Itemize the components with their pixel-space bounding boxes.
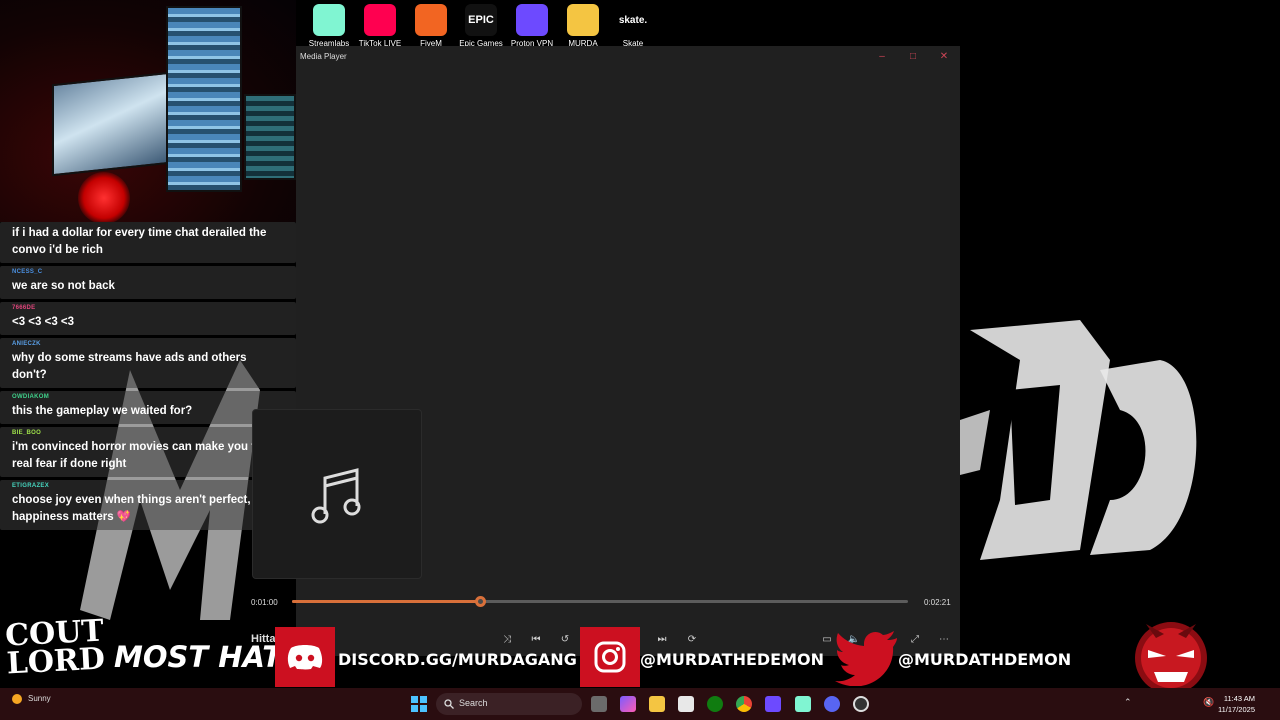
total-time: 0:02:21 bbox=[924, 598, 951, 607]
instagram-icon bbox=[580, 627, 640, 687]
chat-text: choose joy even when things aren't perfe… bbox=[12, 494, 266, 523]
chat-username: ETIGRAZEX bbox=[12, 483, 50, 489]
discord-icon bbox=[275, 627, 335, 687]
instagram-handle: @MURDATHEDEMON bbox=[640, 650, 825, 669]
chat-text: why do some streams have ads and others … bbox=[12, 352, 247, 381]
file-explorer-icon[interactable] bbox=[649, 696, 665, 712]
discord-link: DISCORD.GG/MURDAGANG bbox=[338, 650, 577, 669]
maximize-button[interactable]: □ bbox=[905, 50, 921, 64]
album-art bbox=[252, 409, 422, 579]
proton-vpn-taskbar-icon[interactable] bbox=[765, 696, 781, 712]
chat-username: NCESS_C bbox=[12, 269, 43, 275]
seek-bar[interactable] bbox=[292, 596, 908, 607]
clock-time: 11:43 AM bbox=[1223, 694, 1255, 703]
monitor-right bbox=[244, 94, 296, 180]
streamlabs-icon bbox=[313, 4, 345, 36]
monitor-center bbox=[166, 6, 242, 192]
close-button[interactable]: ✕ bbox=[936, 50, 952, 64]
chat-message: 7666DE <3 <3 <3 <3 bbox=[0, 302, 296, 335]
chrome-icon[interactable] bbox=[736, 696, 752, 712]
copilot-icon[interactable] bbox=[620, 696, 636, 712]
twitter-handle: @MURDATHDEMON bbox=[898, 650, 1072, 669]
clock-date: 11/17/2025 bbox=[1218, 705, 1255, 714]
desktop: if i had a dollar for every time chat de… bbox=[0, 0, 1280, 720]
current-time: 0:01:00 bbox=[251, 598, 278, 607]
titlebar[interactable]: Media Player – □ ✕ bbox=[296, 46, 960, 68]
epic-games-icon: EPIC bbox=[465, 4, 497, 36]
chat-text: we are so not back bbox=[12, 280, 115, 292]
sun-icon bbox=[12, 694, 22, 704]
streamlabs-taskbar-icon[interactable] bbox=[795, 696, 811, 712]
media-player-taskbar-icon[interactable] bbox=[853, 696, 869, 712]
search-icon bbox=[444, 699, 454, 709]
music-note-icon bbox=[311, 468, 361, 524]
search-placeholder: Search bbox=[459, 698, 488, 708]
chat-text: i'm convinced horror movies can make you… bbox=[12, 441, 272, 470]
desktop-shortcut[interactable]: Streamlabs bbox=[304, 4, 354, 48]
speaker-muted-icon[interactable]: 🔇 bbox=[1203, 697, 1214, 708]
weather-widget[interactable]: Sunny bbox=[12, 694, 51, 704]
minimize-button[interactable]: – bbox=[874, 50, 890, 64]
desktop-shortcut[interactable]: skate. Skate bbox=[608, 4, 658, 48]
chat-username: OWDIAKOM bbox=[12, 394, 50, 400]
chat-username: ANIECZK bbox=[12, 341, 41, 347]
chat-text: <3 <3 <3 <3 bbox=[12, 316, 75, 328]
taskbar: Sunny Search ⌃ 🔇 11:43 AM 11/17/2025 bbox=[0, 688, 1280, 720]
chat-message: if i had a dollar for every time chat de… bbox=[0, 222, 296, 263]
cout-lord-logo: COUT LORD bbox=[4, 613, 106, 682]
system-clock[interactable]: 11:43 AM 11/17/2025 bbox=[1218, 693, 1255, 715]
desktop-shortcut[interactable]: Proton VPN bbox=[507, 4, 557, 48]
weather-text: Sunny bbox=[28, 694, 51, 704]
window-title: Media Player bbox=[300, 52, 347, 61]
proton-vpn-icon bbox=[516, 4, 548, 36]
chat-username: 7666DE bbox=[12, 305, 36, 311]
skate-icon: skate. bbox=[617, 4, 649, 36]
seek-thumb[interactable] bbox=[474, 596, 486, 607]
tiktok-icon bbox=[364, 4, 396, 36]
task-view-icon[interactable] bbox=[591, 696, 607, 712]
chat-text: if i had a dollar for every time chat de… bbox=[12, 227, 267, 256]
stream-banner: COUT LORD MOST HATED DISCORD.GG/MURDAGAN… bbox=[0, 613, 1280, 694]
red-light bbox=[78, 172, 130, 222]
windows-start-icon[interactable] bbox=[411, 696, 427, 712]
chat-message: ANIECZK why do some streams have ads and … bbox=[0, 338, 296, 388]
monitor-left bbox=[52, 71, 170, 177]
discord-taskbar-icon[interactable] bbox=[824, 696, 840, 712]
brand-bottom-text: LORD bbox=[5, 641, 106, 682]
fivem-icon bbox=[415, 4, 447, 36]
xbox-icon[interactable] bbox=[707, 696, 723, 712]
chat-username: BIE_BOO bbox=[12, 430, 42, 436]
desktop-shortcut[interactable]: EPIC Epic Games bbox=[456, 4, 506, 48]
seek-progress bbox=[292, 600, 480, 603]
desktop-shortcut[interactable]: FiveM bbox=[406, 4, 456, 48]
background-logo bbox=[960, 320, 1197, 560]
folder-icon bbox=[567, 4, 599, 36]
desktop-shortcut[interactable]: TikTok LIVE bbox=[355, 4, 405, 48]
microsoft-store-icon[interactable] bbox=[678, 696, 694, 712]
webcam-feed bbox=[0, 0, 296, 222]
chat-text: this the gameplay we waited for? bbox=[12, 405, 193, 417]
twitter-icon bbox=[835, 631, 897, 686]
taskbar-search[interactable]: Search bbox=[436, 693, 582, 715]
chevron-up-icon[interactable]: ⌃ bbox=[1124, 697, 1132, 708]
chat-message: NCESS_Cwe are so not back bbox=[0, 266, 296, 299]
desktop-shortcut[interactable]: MURDA bbox=[558, 4, 608, 48]
